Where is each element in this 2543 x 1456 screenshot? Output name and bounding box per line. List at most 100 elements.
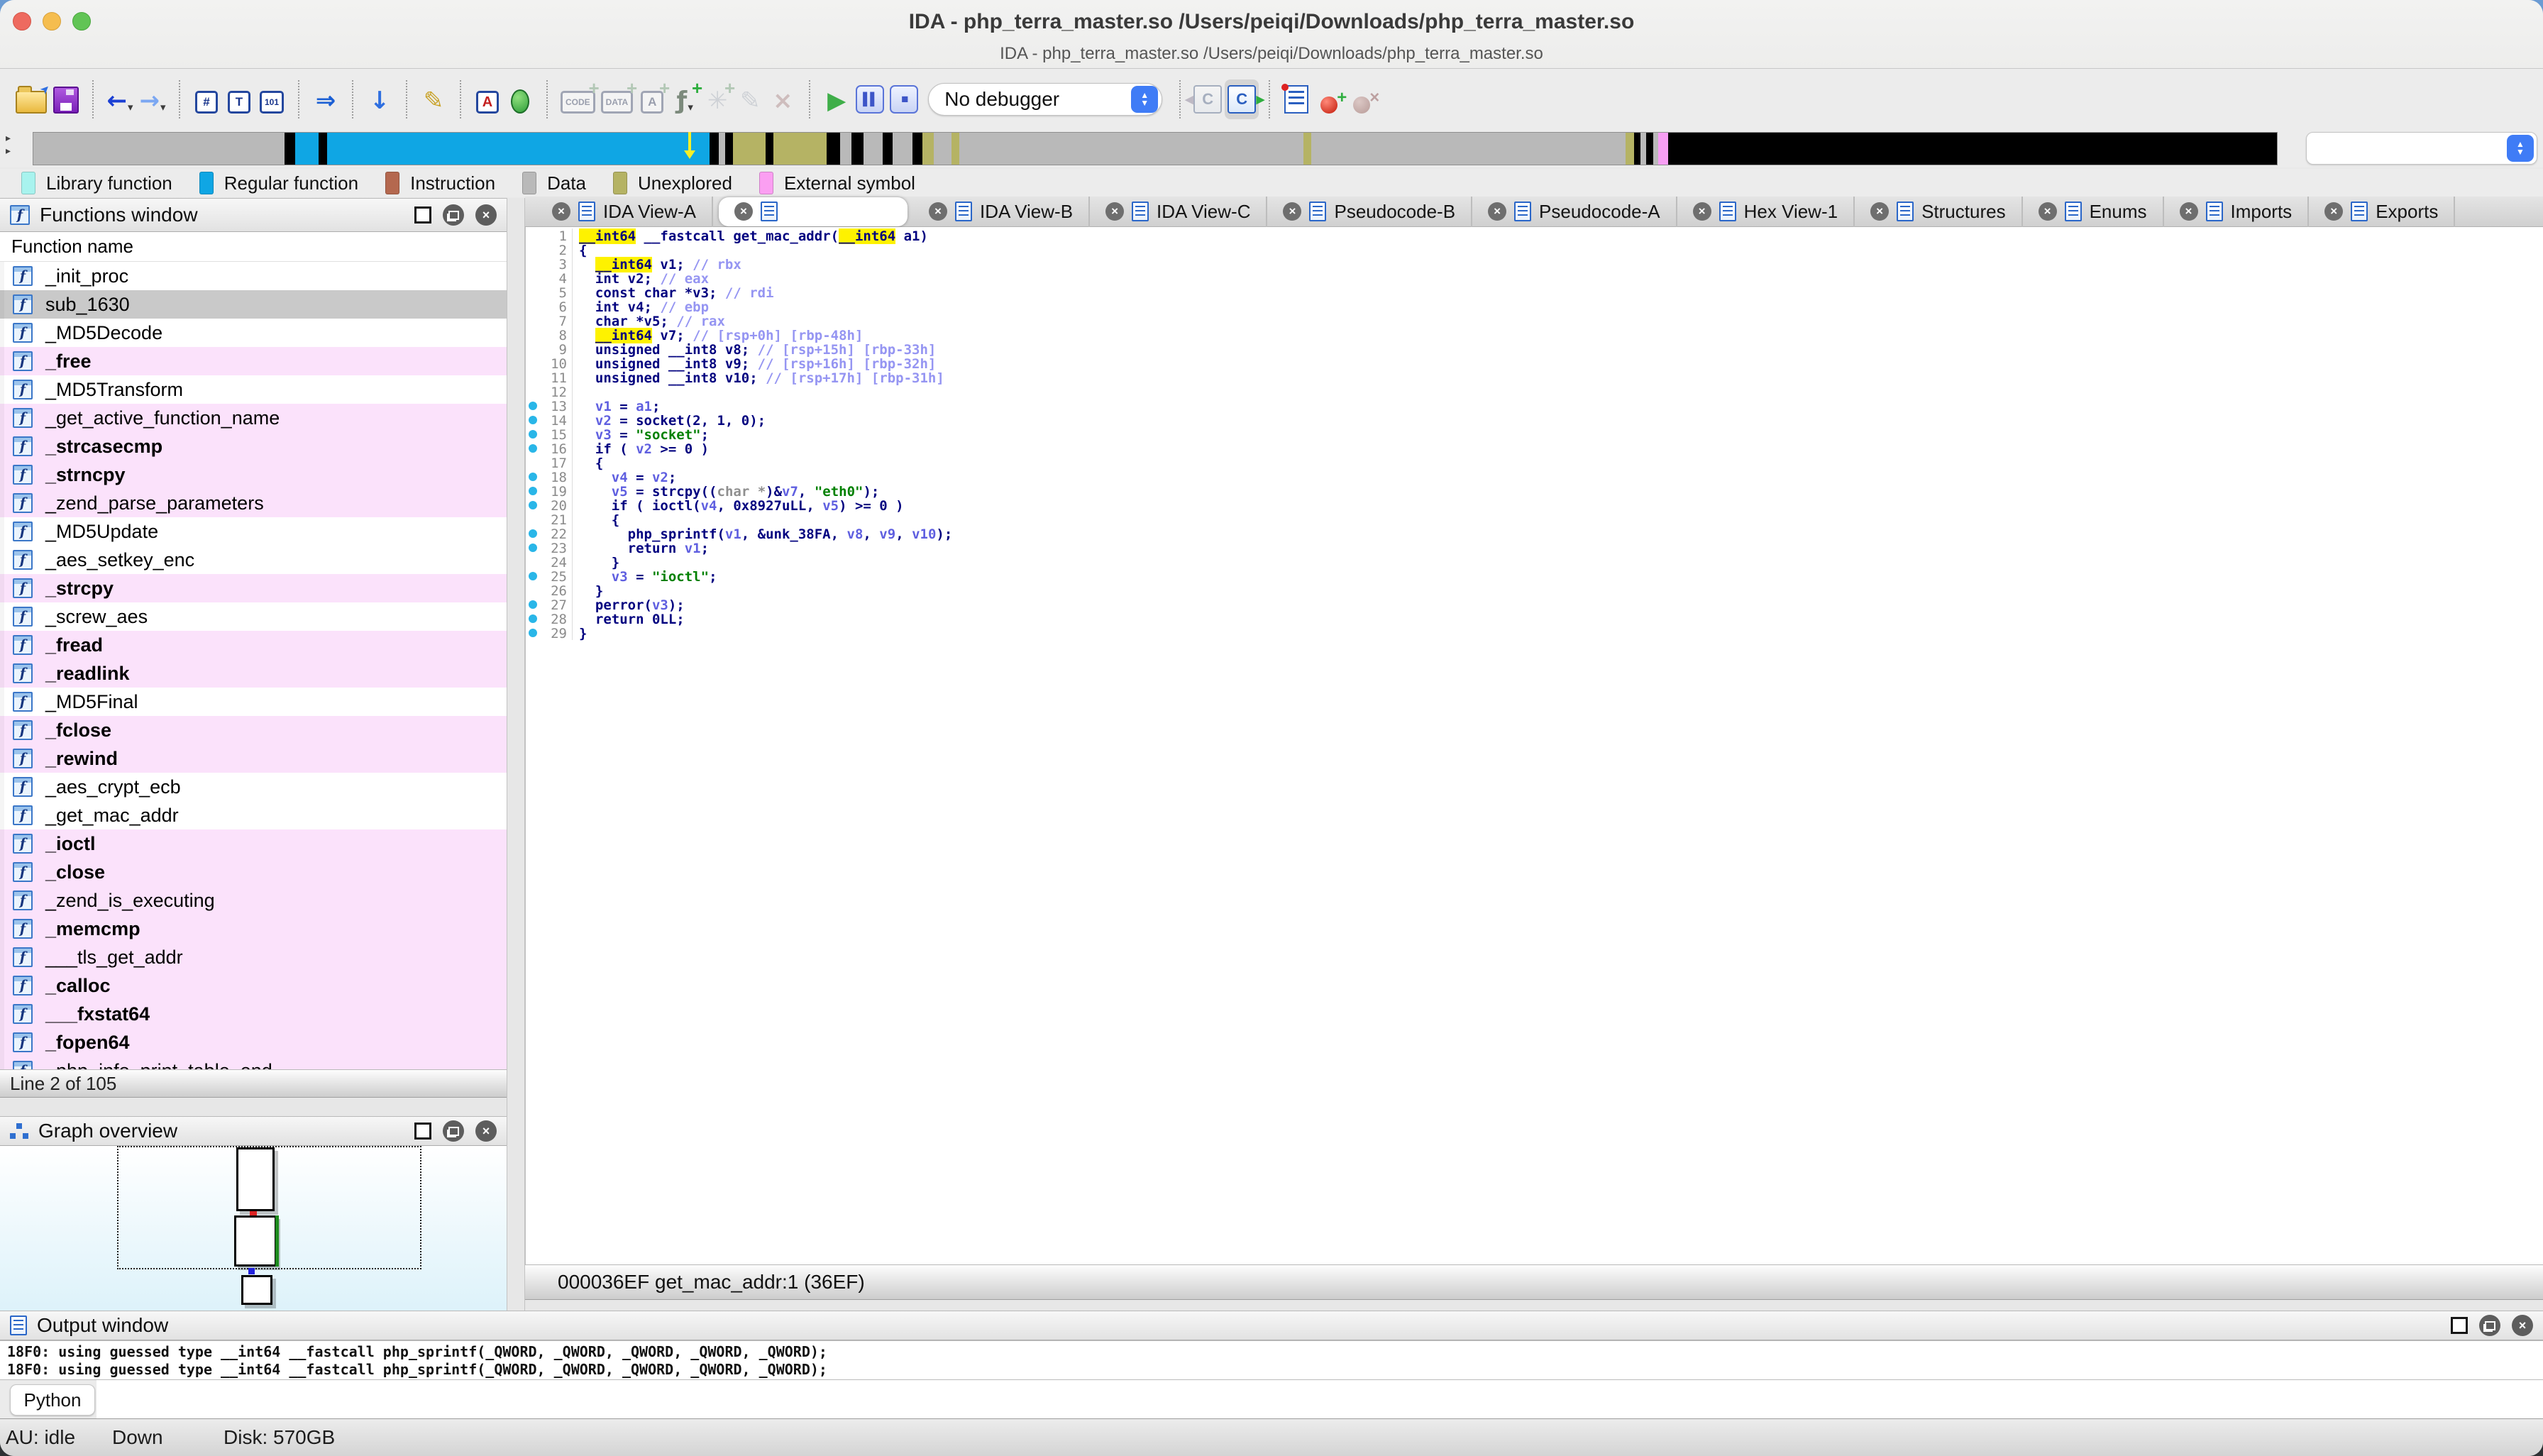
function-row[interactable]: f_strcasecmp <box>0 432 507 460</box>
create-name-button[interactable]: A+ <box>636 79 668 119</box>
debugger-select[interactable]: No debugger▲▼ <box>928 83 1162 116</box>
open-file-button[interactable] <box>13 79 50 119</box>
code-line[interactable]: 12 <box>526 385 2543 399</box>
code-line[interactable]: 19 v5 = strcpy((char *)&v7, "eth0"); <box>526 484 2543 498</box>
graph-float-button[interactable] <box>443 1120 464 1142</box>
code-line[interactable]: 8 __int64 v7; // [rsp+0h] [rbp-48h] <box>526 328 2543 342</box>
tab-close-icon[interactable]: × <box>1488 202 1506 221</box>
output-maximize-button[interactable] <box>2451 1317 2468 1334</box>
analysis-indicator-icon[interactable] <box>504 79 536 119</box>
code-line[interactable]: 14 v2 = socket(2, 1, 0); <box>526 413 2543 427</box>
jump-to-address-button[interactable]: ⇒ <box>309 79 342 119</box>
code-line[interactable]: 23 return v1; <box>526 541 2543 555</box>
debugger-windows-button[interactable] <box>1280 79 1313 119</box>
tab-close-icon[interactable]: × <box>1283 202 1301 221</box>
search-immediate-value-button[interactable]: # <box>190 79 223 119</box>
pseudocode-view[interactable]: 1__int64 __fastcall get_mac_addr(__int64… <box>525 227 2543 1264</box>
tab-imports[interactable]: ×Imports <box>2164 197 2310 227</box>
tab-close-icon[interactable]: × <box>2039 202 2057 221</box>
function-row[interactable]: f_close <box>0 858 507 886</box>
function-row[interactable]: f_fclose <box>0 716 507 744</box>
functions-maximize-button[interactable] <box>414 206 431 224</box>
tab-close-icon[interactable]: × <box>2180 202 2198 221</box>
function-row[interactable]: f_free <box>0 347 507 375</box>
code-line[interactable]: 28 return 0LL; <box>526 612 2543 626</box>
tab-pseudocode-b[interactable]: ×Pseudocode-B <box>1267 197 1472 227</box>
navband-jump-combobox[interactable]: ▲▼ <box>2306 132 2537 165</box>
navigation-band[interactable] <box>33 132 2278 165</box>
function-row[interactable]: f_get_mac_addr <box>0 801 507 829</box>
tab-close-icon[interactable]: × <box>1870 202 1889 221</box>
tab-close-icon[interactable]: × <box>1693 202 1711 221</box>
panel-splitter[interactable] <box>507 198 525 1311</box>
add-breakpoint-button[interactable]: + <box>1313 79 1345 119</box>
tab-structures[interactable]: ×Structures <box>1855 197 2023 227</box>
code-line[interactable]: 11 unsigned __int8 v10; // [rsp+17h] [rb… <box>526 370 2543 385</box>
step-over-button[interactable]: C▶ <box>1225 79 1259 119</box>
code-line[interactable]: 3 __int64 v1; // rbx <box>526 257 2543 271</box>
create-function-button[interactable]: ƒ+▾ <box>668 79 701 119</box>
navigate-forward-button[interactable]: →▾ <box>136 79 169 119</box>
code-line[interactable]: 2{ <box>526 243 2543 257</box>
tab-pseudocode-a[interactable]: ×Pseudocode-A <box>1472 197 1677 227</box>
function-row[interactable]: f_MD5Transform <box>0 375 507 404</box>
code-line[interactable]: 27 perror(v3); <box>526 597 2543 612</box>
code-line[interactable]: 16 if ( v2 >= 0 ) <box>526 441 2543 456</box>
function-row[interactable]: f_fopen64 <box>0 1028 507 1057</box>
function-row[interactable]: f_aes_crypt_ecb <box>0 773 507 801</box>
graph-close-button[interactable]: × <box>475 1120 497 1142</box>
tab-enums[interactable]: ×Enums <box>2023 197 2164 227</box>
output-close-button[interactable]: × <box>2512 1315 2533 1336</box>
tab-close-icon[interactable]: × <box>2324 202 2343 221</box>
create-data-button[interactable]: DATA+ <box>598 79 636 119</box>
code-line[interactable]: 9 unsigned __int8 v8; // [rsp+15h] [rbp-… <box>526 342 2543 356</box>
function-row[interactable]: f_screw_aes <box>0 602 507 631</box>
code-line[interactable]: 20 if ( ioctl(v4, 0x8927uLL, v5) >= 0 ) <box>526 498 2543 512</box>
python-interpreter-button[interactable]: Python <box>10 1384 95 1416</box>
output-float-button[interactable] <box>2479 1315 2500 1336</box>
function-row[interactable]: f_zend_parse_parameters <box>0 489 507 517</box>
code-line[interactable]: 17 { <box>526 456 2543 470</box>
function-row[interactable]: f_memcmp <box>0 915 507 943</box>
graph-maximize-button[interactable] <box>414 1123 431 1140</box>
code-line[interactable]: 7 char *v5; // rax <box>526 314 2543 328</box>
function-row[interactable]: f_zend_is_executing <box>0 886 507 915</box>
function-row[interactable]: f_php_info_print_table_end <box>0 1057 507 1069</box>
functions-close-button[interactable]: × <box>475 204 497 226</box>
freeze-item-button[interactable]: ✳+ <box>701 79 734 119</box>
function-row[interactable]: f_MD5Decode <box>0 319 507 347</box>
debugger-stop-button[interactable]: ■ <box>887 79 921 119</box>
problems-window-button[interactable]: A <box>471 79 504 119</box>
function-row[interactable]: f_aes_setkey_enc <box>0 546 507 574</box>
function-row[interactable]: f_rewind <box>0 744 507 773</box>
code-line[interactable]: 5 const char *v3; // rdi <box>526 285 2543 299</box>
tab-exports[interactable]: ×Exports <box>2309 197 2455 227</box>
function-row[interactable]: f_MD5Final <box>0 688 507 716</box>
navband-scroll-arrows[interactable]: ▸▸ <box>6 133 11 155</box>
jump-next-button[interactable]: ↓ <box>363 79 396 119</box>
step-into-button[interactable]: C◀ <box>1191 79 1225 119</box>
remove-breakpoint-button[interactable]: × <box>1345 79 1378 119</box>
tab-ida-view-b[interactable]: ×IDA View-B <box>913 197 1090 227</box>
code-line[interactable]: 25 v3 = "ioctl"; <box>526 569 2543 583</box>
edit-function-button[interactable]: ✎ <box>734 79 766 119</box>
code-line[interactable]: 21 { <box>526 512 2543 526</box>
function-row[interactable]: f_fread <box>0 631 507 659</box>
code-line[interactable]: 13 v1 = a1; <box>526 399 2543 413</box>
code-line[interactable]: 6 int v4; // ebp <box>526 299 2543 314</box>
function-row[interactable]: f___tls_get_addr <box>0 943 507 971</box>
debugger-pause-button[interactable]: ▌▌ <box>853 79 887 119</box>
navigate-back-button[interactable]: ←▾ <box>104 79 136 119</box>
code-line[interactable]: 4 int v2; // eax <box>526 271 2543 285</box>
functions-float-button[interactable] <box>443 204 464 226</box>
save-file-button[interactable] <box>50 79 82 119</box>
code-line[interactable]: 10 unsigned __int8 v9; // [rsp+16h] [rbp… <box>526 356 2543 370</box>
debugger-run-button[interactable]: ▶ <box>820 79 853 119</box>
function-row[interactable]: f_init_proc <box>0 262 507 290</box>
code-line[interactable]: 22 php_sprintf(v1, &unk_38FA, v8, v9, v1… <box>526 526 2543 541</box>
tab-hex-view-1[interactable]: ×Hex View-1 <box>1677 197 1855 227</box>
function-row[interactable]: f_strncpy <box>0 460 507 489</box>
function-row[interactable]: f_strcpy <box>0 574 507 602</box>
code-line[interactable]: 15 v3 = "socket"; <box>526 427 2543 441</box>
search-byte-sequence-button[interactable]: 101 <box>255 79 288 119</box>
